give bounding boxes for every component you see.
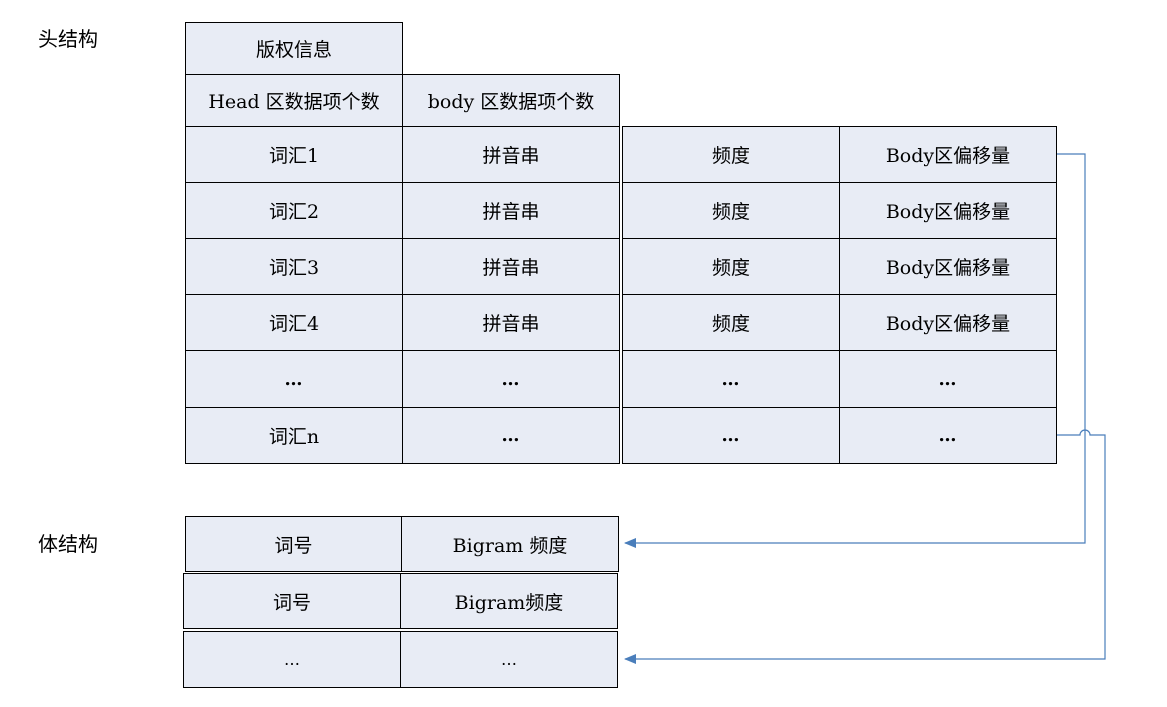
connector-last-offset <box>624 429 1106 664</box>
offset-connectors <box>624 153 1106 664</box>
connector-first-offset <box>624 153 1086 548</box>
